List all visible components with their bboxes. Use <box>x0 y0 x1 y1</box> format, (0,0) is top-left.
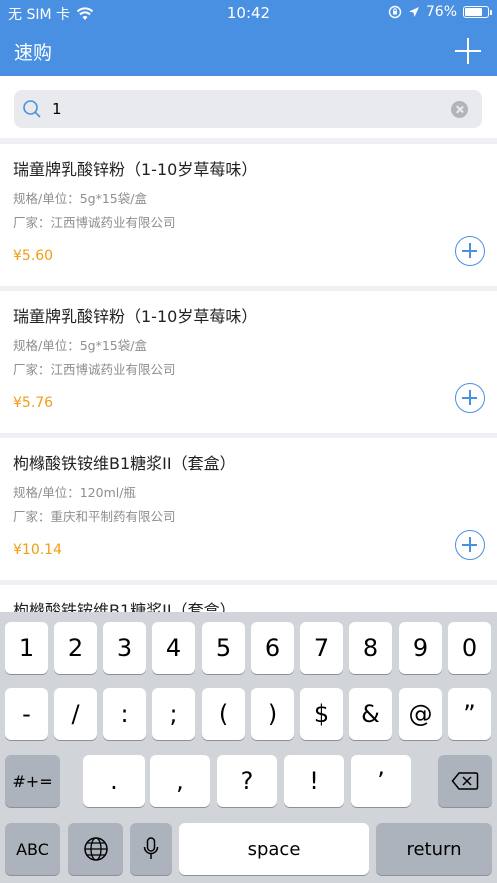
key[interactable]: ! <box>284 755 344 807</box>
keyboard: 1 2 3 4 5 6 7 8 9 0 - / : ; ( ) $ & @ ” … <box>0 612 497 883</box>
key[interactable]: ’ <box>351 755 411 807</box>
battery-icon <box>463 6 492 18</box>
key[interactable]: @ <box>399 688 442 740</box>
battery-percent: 76% <box>425 4 457 20</box>
product-price: ¥5.60 <box>13 248 54 264</box>
key[interactable]: 6 <box>251 622 294 674</box>
search-icon <box>23 100 41 118</box>
product-item[interactable]: 枸橼酸铁铵维B1糖浆II（套盒） 规格/单位：120ml/瓶 厂家：重庆和平制药… <box>0 438 497 580</box>
product-price: ¥10.14 <box>13 542 62 558</box>
page-title: 速购 <box>14 42 53 64</box>
product-maker: 厂家：江西博诚药业有限公司 <box>13 362 176 377</box>
product-maker: 厂家：重庆和平制药有限公司 <box>13 509 176 524</box>
plus-icon[interactable] <box>453 36 483 66</box>
mic-key[interactable] <box>130 823 172 875</box>
key[interactable]: 8 <box>349 622 392 674</box>
key[interactable]: : <box>103 688 146 740</box>
key[interactable]: ) <box>251 688 294 740</box>
key[interactable]: 7 <box>300 622 343 674</box>
key[interactable]: 1 <box>5 622 48 674</box>
status-bar: 无 SIM 卡 10:42 76% <box>0 0 497 26</box>
search-bar <box>14 90 482 128</box>
key[interactable]: ; <box>152 688 195 740</box>
search-section <box>0 76 497 138</box>
add-to-cart-icon[interactable] <box>455 236 485 266</box>
product-spec: 规格/单位：120ml/瓶 <box>13 485 136 500</box>
key[interactable]: 5 <box>202 622 245 674</box>
product-name: 瑞童牌乳酸锌粉（1-10岁草莓味） <box>13 307 258 326</box>
key[interactable]: / <box>54 688 97 740</box>
battery-level <box>465 8 482 16</box>
clear-icon[interactable] <box>451 101 468 118</box>
key[interactable]: - <box>5 688 48 740</box>
product-name: 枸橼酸铁铵维B1糖浆II（套盒） <box>13 601 236 612</box>
product-item[interactable]: 枸橼酸铁铵维B1糖浆II（套盒） <box>0 585 497 612</box>
product-list: 瑞童牌乳酸锌粉（1-10岁草莓味） 规格/单位：5g*15袋/盒 厂家：江西博诚… <box>0 138 497 612</box>
abc-key[interactable]: ABC <box>5 823 60 875</box>
nav-bar: 速购 <box>0 26 497 76</box>
space-key[interactable]: space <box>179 823 369 875</box>
return-key[interactable]: return <box>376 823 492 875</box>
symbols-mode-key[interactable]: #+= <box>5 755 60 807</box>
key[interactable]: & <box>349 688 392 740</box>
add-to-cart-icon[interactable] <box>455 383 485 413</box>
product-item[interactable]: 瑞童牌乳酸锌粉（1-10岁草莓味） 规格/单位：5g*15袋/盒 厂家：江西博诚… <box>0 291 497 433</box>
globe-key[interactable] <box>68 823 123 875</box>
key[interactable]: , <box>150 755 210 807</box>
globe-icon <box>83 837 108 861</box>
product-spec: 规格/单位：5g*15袋/盒 <box>13 191 147 206</box>
product-name: 枸橼酸铁铵维B1糖浆II（套盒） <box>13 454 236 473</box>
key[interactable]: ( <box>202 688 245 740</box>
key[interactable]: 9 <box>399 622 442 674</box>
product-spec: 规格/单位：5g*15袋/盒 <box>13 338 147 353</box>
key[interactable]: 0 <box>448 622 491 674</box>
microphone-icon <box>143 837 159 859</box>
key[interactable]: ? <box>217 755 277 807</box>
product-maker: 厂家：江西博诚药业有限公司 <box>13 215 176 230</box>
backspace-icon <box>451 772 479 790</box>
key[interactable]: 2 <box>54 622 97 674</box>
backspace-key[interactable] <box>438 755 492 807</box>
status-right: 76% <box>388 4 492 20</box>
search-input[interactable] <box>52 90 432 128</box>
product-item[interactable]: 瑞童牌乳酸锌粉（1-10岁草莓味） 规格/单位：5g*15袋/盒 厂家：江西博诚… <box>0 144 497 286</box>
key[interactable]: . <box>83 755 145 807</box>
location-icon <box>408 7 419 17</box>
orientation-lock-icon <box>388 5 402 19</box>
key[interactable]: ” <box>448 688 491 740</box>
key[interactable]: 4 <box>152 622 195 674</box>
product-price: ¥5.76 <box>13 395 54 411</box>
product-name: 瑞童牌乳酸锌粉（1-10岁草莓味） <box>13 160 258 179</box>
key[interactable]: $ <box>300 688 343 740</box>
key[interactable]: 3 <box>103 622 146 674</box>
add-to-cart-icon[interactable] <box>455 530 485 560</box>
